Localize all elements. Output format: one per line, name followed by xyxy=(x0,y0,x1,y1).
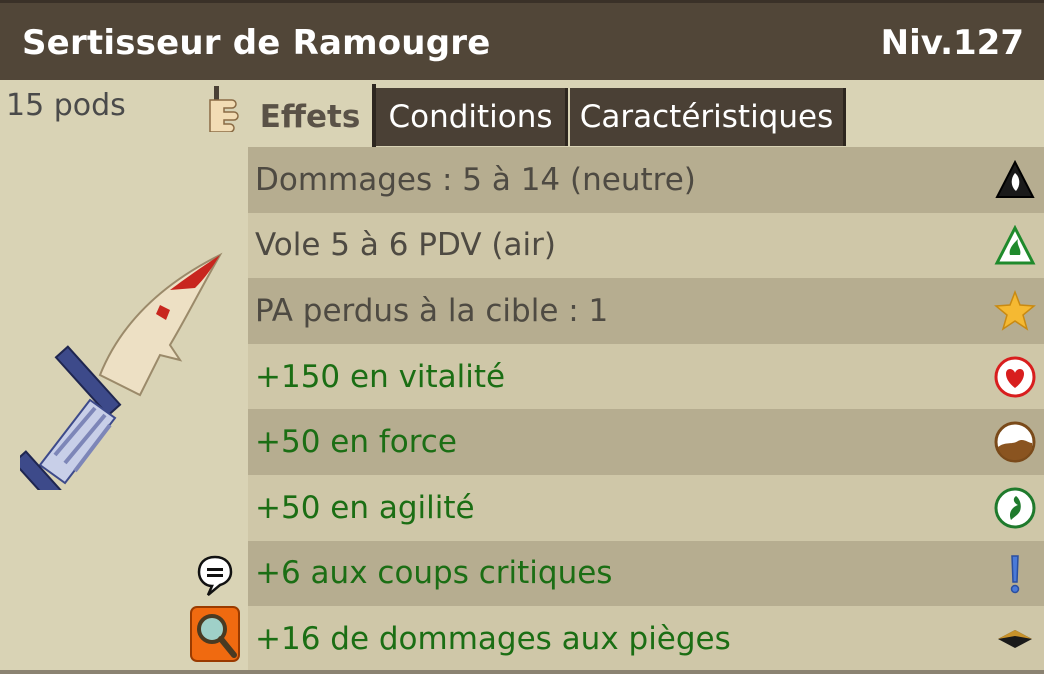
exclamation-icon xyxy=(1010,554,1020,593)
magnifier-icon xyxy=(197,614,237,658)
tab-caracteristiques[interactable]: Caractéristiques xyxy=(570,88,846,146)
trap-icon xyxy=(998,630,1032,649)
effect-text: Vole 5 à 6 PDV (air) xyxy=(255,227,556,264)
search-loupe-button[interactable] xyxy=(190,606,240,662)
effect-text: PA perdus à la cible : 1 xyxy=(255,292,609,329)
item-header: Sertisseur de Ramougre Niv.127 xyxy=(0,0,1044,80)
effect-row: PA perdus à la cible : 1 xyxy=(248,278,1044,344)
item-level: Niv.127 xyxy=(880,23,1024,63)
effects-list: Dommages : 5 à 14 (neutre) Vole 5 à 6 PD… xyxy=(248,147,1044,672)
chat-bubble-icon[interactable] xyxy=(196,554,234,598)
effect-text: Dommages : 5 à 14 (neutre) xyxy=(255,161,696,198)
panel-bottom-border xyxy=(0,670,1044,674)
effect-text: +150 en vitalité xyxy=(255,358,506,395)
star-icon xyxy=(994,290,1036,331)
tab-conditions[interactable]: Conditions xyxy=(376,88,568,146)
neutral-element-icon xyxy=(995,159,1035,198)
tab-effets[interactable]: Effets xyxy=(248,84,376,150)
effect-row: +150 en vitalité xyxy=(248,343,1044,410)
tab-bar: Effets Conditions Caractéristiques xyxy=(248,82,1044,150)
effect-text: +50 en force xyxy=(255,424,457,461)
effect-row: Vole 5 à 6 PDV (air) xyxy=(248,212,1044,279)
effect-row: +50 en force xyxy=(248,409,1044,475)
effect-row: Dommages : 5 à 14 (neutre) xyxy=(248,147,1044,213)
earth-strength-icon xyxy=(994,421,1036,463)
item-name: Sertisseur de Ramougre xyxy=(22,23,491,63)
agility-icon xyxy=(994,487,1036,529)
effect-row: +6 aux coups critiques xyxy=(248,540,1044,607)
effect-row: +16 de dommages aux pièges xyxy=(248,606,1044,672)
hand-icon[interactable] xyxy=(206,86,248,132)
effect-text: +50 en agilité xyxy=(255,489,475,526)
effect-text: +16 de dommages aux pièges xyxy=(255,620,731,657)
air-element-icon xyxy=(994,224,1036,265)
item-weight: 15 pods xyxy=(6,88,126,123)
dagger-item-image xyxy=(20,252,223,490)
effect-text: +6 aux coups critiques xyxy=(255,555,613,592)
heart-icon xyxy=(994,356,1036,398)
item-preview-panel: 15 pods xyxy=(0,80,248,674)
effect-row: +50 en agilité xyxy=(248,474,1044,541)
